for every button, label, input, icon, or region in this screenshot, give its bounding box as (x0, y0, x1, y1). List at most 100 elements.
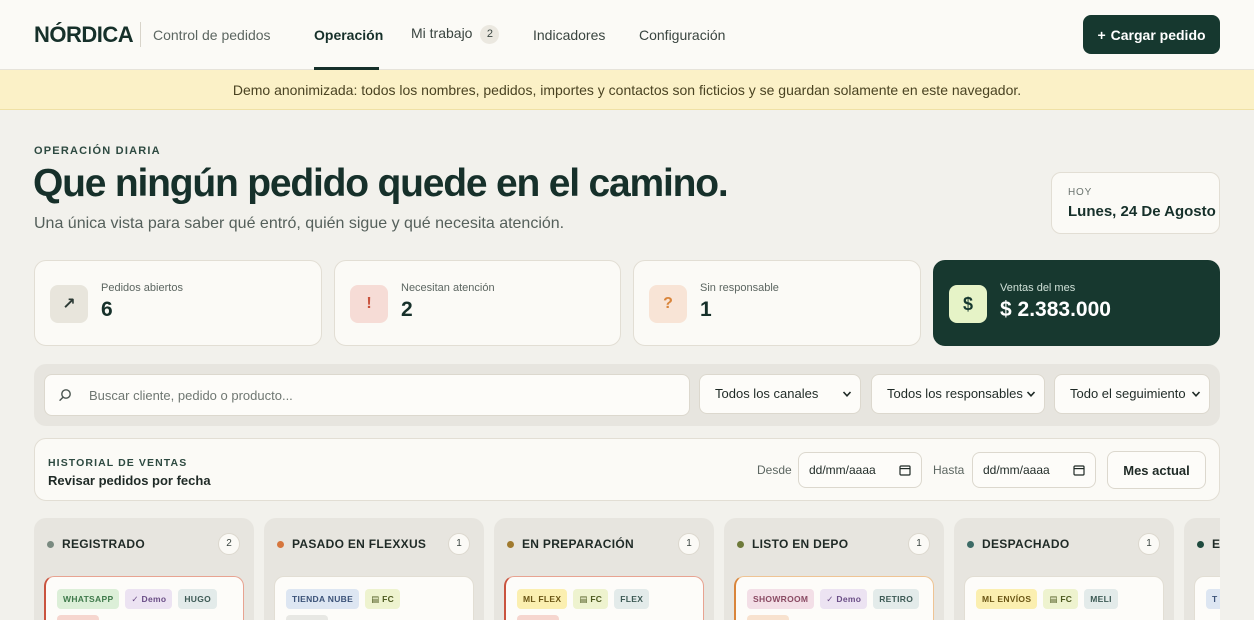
document-icon: ▤ (579, 594, 591, 604)
alert-chip (57, 615, 99, 620)
from-date-input[interactable]: dd/mm/aaaa (798, 452, 922, 488)
invoice-tag-label: FC (1060, 594, 1073, 604)
warning-chip (747, 615, 789, 620)
column-title: REGISTRADO (62, 537, 146, 551)
channel-tag: SHOWROOM (747, 589, 815, 609)
load-order-button[interactable]: + Cargar pedido (1083, 15, 1220, 54)
stat-card-open-orders[interactable]: ↗ Pedidos abiertos 6 (34, 260, 322, 346)
current-month-button[interactable]: Mes actual (1107, 451, 1206, 489)
status-dot (277, 541, 284, 548)
kanban-column-en-preparacion: EN PREPARACIÓN 1 ML FLEX ▤ FC FLEX (494, 518, 714, 620)
demo-tag: ✓ Demo (820, 589, 868, 609)
invoice-tag-label: FC (382, 594, 395, 604)
logo-divider (140, 22, 141, 47)
question-icon: ? (649, 285, 687, 323)
kanban-column-pasado-en-flexxus: PASADO EN FLEXXUS 1 TIENDA NUBE ▤ FC (264, 518, 484, 620)
from-label: Desde (757, 463, 792, 477)
column-title: EN (1212, 537, 1220, 551)
alert-chip (517, 615, 559, 620)
kanban-board: REGISTRADO 2 WHATSAPP ✓ Demo HUGO PASADO… (34, 518, 1220, 620)
top-navigation-bar: NÓRDICA Control de pedidos Operación Mi … (0, 0, 1254, 70)
stat-value: 2 (401, 298, 413, 321)
today-card: HOY Lunes, 24 De Agosto (1051, 172, 1220, 234)
stat-value: 1 (700, 298, 712, 321)
nav-tab-indicadores[interactable]: Indicadores (533, 27, 605, 43)
demo-tag-label: Demo (141, 594, 167, 604)
calendar-icon (899, 465, 911, 476)
order-card[interactable]: ML ENVÍOS ▤ FC MELI (964, 576, 1164, 620)
column-title: LISTO EN DEPO (752, 537, 849, 551)
pending-count-badge: 2 (480, 25, 500, 44)
kanban-column-registrado: REGISTRADO 2 WHATSAPP ✓ Demo HUGO (34, 518, 254, 620)
app-subtitle: Control de pedidos (153, 27, 271, 43)
stat-card-unassigned[interactable]: ? Sin responsable 1 (633, 260, 921, 346)
stat-value: 6 (101, 298, 113, 321)
brand-logo[interactable]: NÓRDICA (34, 22, 134, 48)
kanban-column-listo-en-depo: LISTO EN DEPO 1 SHOWROOM ✓ Demo RETIRO (724, 518, 944, 620)
stat-card-monthly-sales[interactable]: $ Ventas del mes $ 2.383.000 (933, 260, 1220, 346)
page-title: Que ningún pedido quede en el camino. (33, 162, 729, 205)
nav-tab-configuracion[interactable]: Configuración (639, 27, 725, 43)
invoice-tag: ▤ FC (365, 589, 401, 609)
dollar-icon: $ (949, 285, 987, 323)
plus-icon: + (1097, 26, 1106, 43)
to-label: Hasta (933, 463, 965, 477)
order-card[interactable]: SHOWROOM ✓ Demo RETIRO (734, 576, 934, 620)
history-title: Revisar pedidos por fecha (48, 473, 211, 488)
delivery-tag: RETIRO (873, 589, 920, 609)
status-dot (737, 541, 744, 548)
column-count-badge: 1 (908, 533, 930, 555)
today-label: HOY (1068, 187, 1093, 198)
nav-tab-label: Mi trabajo (411, 25, 473, 41)
search-icon (59, 389, 71, 401)
kanban-column-despachado: DESPACHADO 1 ML ENVÍOS ▤ FC MELI (954, 518, 1174, 620)
order-card[interactable]: ML FLEX ▤ FC FLEX (504, 576, 704, 620)
status-dot (1197, 541, 1204, 548)
trend-arrow-icon: ↗ (50, 285, 88, 323)
alert-icon: ! (350, 285, 388, 323)
shipping-tag: MELI (1084, 589, 1118, 609)
leaf-icon: ✓ (826, 594, 837, 604)
invoice-tag-label: FC (590, 594, 603, 604)
order-card[interactable]: TIENDA NUBE ▤ FC (274, 576, 474, 620)
channel-select[interactable]: Todos los canales (699, 374, 861, 414)
search-placeholder: Buscar cliente, pedido o producto... (89, 388, 293, 403)
history-eyebrow: HISTORIAL DE VENTAS (48, 457, 188, 469)
document-icon: ▤ (371, 594, 383, 604)
column-count-badge: 1 (448, 533, 470, 555)
stat-label: Pedidos abiertos (101, 282, 183, 294)
channel-tag: T (1206, 589, 1220, 609)
to-date-input[interactable]: dd/mm/aaaa (972, 452, 1096, 488)
nav-tab-mi-trabajo[interactable]: Mi trabajo 2 (411, 25, 500, 44)
to-date-value: dd/mm/aaaa (983, 463, 1050, 477)
today-date: Lunes, 24 De Agosto (1068, 203, 1216, 220)
invoice-tag: ▤ FC (573, 589, 609, 609)
channel-select-value: Todos los canales (715, 386, 819, 401)
followup-select-value: Todo el seguimiento (1070, 386, 1186, 401)
stat-value: $ 2.383.000 (1000, 298, 1111, 321)
channel-tag: ML FLEX (517, 589, 568, 609)
demo-notice-banner: Demo anonimizada: todos los nombres, ped… (0, 70, 1254, 110)
order-card[interactable]: WHATSAPP ✓ Demo HUGO (44, 576, 244, 620)
chevron-down-icon (1026, 391, 1036, 397)
shipping-tag: FLEX (614, 589, 650, 609)
section-eyebrow: OPERACIÓN DIARIA (34, 145, 161, 157)
nav-tab-operacion[interactable]: Operación (314, 27, 383, 43)
document-icon: ▤ (1049, 594, 1061, 604)
column-count-badge: 1 (678, 533, 700, 555)
status-dot (507, 541, 514, 548)
stat-card-need-attention[interactable]: ! Necesitan atención 2 (334, 260, 621, 346)
invoice-tag: ▤ FC (1043, 589, 1079, 609)
stat-label: Sin responsable (700, 282, 779, 294)
followup-select[interactable]: Todo el seguimiento (1054, 374, 1210, 414)
search-input[interactable]: Buscar cliente, pedido o producto... (44, 374, 690, 416)
owner-select-value: Todos los responsables (887, 386, 1023, 401)
placeholder-chip (286, 615, 328, 620)
leaf-icon: ✓ (131, 594, 142, 604)
demo-tag: ✓ Demo (125, 589, 173, 609)
status-dot (47, 541, 54, 548)
column-title: DESPACHADO (982, 537, 1070, 551)
order-card[interactable]: T (1194, 576, 1220, 620)
owner-tag: HUGO (178, 589, 218, 609)
owner-select[interactable]: Todos los responsables (871, 374, 1045, 414)
